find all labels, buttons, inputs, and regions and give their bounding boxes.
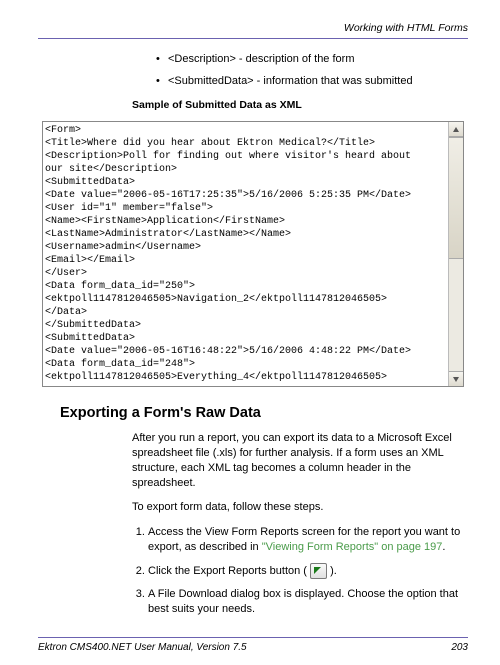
code-sample-wrap: <Form> <Title>Where did you hear about E… [42,121,464,387]
bullet-item: <Description> - description of the form [156,53,468,65]
sample-heading: Sample of Submitted Data as XML [132,99,468,111]
page-header-title: Working with HTML Forms [38,22,468,34]
bullet-text: - information that was submitted [254,75,413,87]
document-page: Working with HTML Forms <Description> - … [0,0,500,665]
vertical-scrollbar[interactable] [448,122,464,386]
step-text: ). [327,565,337,577]
body-paragraph: After you run a report, you can export i… [132,431,468,490]
export-reports-icon [310,563,327,579]
scroll-up-button[interactable] [449,122,463,137]
list-item: Click the Export Reports button ( ). [148,563,468,579]
code-sample-content: <Form> <Title>Where did you hear about E… [45,124,464,384]
scroll-down-button[interactable] [449,371,463,386]
bullet-item: <SubmittedData> - information that was s… [156,75,468,87]
bullet-tag: <SubmittedData> [168,75,254,87]
bullet-text: - description of the form [236,53,355,65]
bullet-list: <Description> - description of the form … [156,53,468,87]
step-text: A File Download dialog box is displayed.… [148,588,458,615]
page-footer: Ektron CMS400.NET User Manual, Version 7… [38,642,468,653]
footer-manual-title: Ektron CMS400.NET User Manual, Version 7… [38,642,247,653]
list-item: A File Download dialog box is displayed.… [148,587,468,617]
list-item: Access the View Form Reports screen for … [148,525,468,555]
chevron-down-icon [453,377,459,382]
step-text: . [442,541,445,553]
footer-rule [38,637,468,638]
footer-page-number: 203 [451,642,468,653]
numbered-steps: Access the View Form Reports screen for … [132,525,468,616]
cross-reference-link[interactable]: "Viewing Form Reports" on page 197 [262,541,443,553]
step-text: Click the Export Reports button ( [148,565,310,577]
body-paragraph: To export form data, follow these steps. [132,500,468,515]
code-sample-box: <Form> <Title>Where did you hear about E… [42,121,464,387]
bullet-tag: <Description> [168,53,236,65]
scrollbar-thumb[interactable] [449,137,463,259]
chevron-up-icon [453,127,459,132]
header-rule [38,38,468,39]
section-heading: Exporting a Form's Raw Data [60,405,468,421]
